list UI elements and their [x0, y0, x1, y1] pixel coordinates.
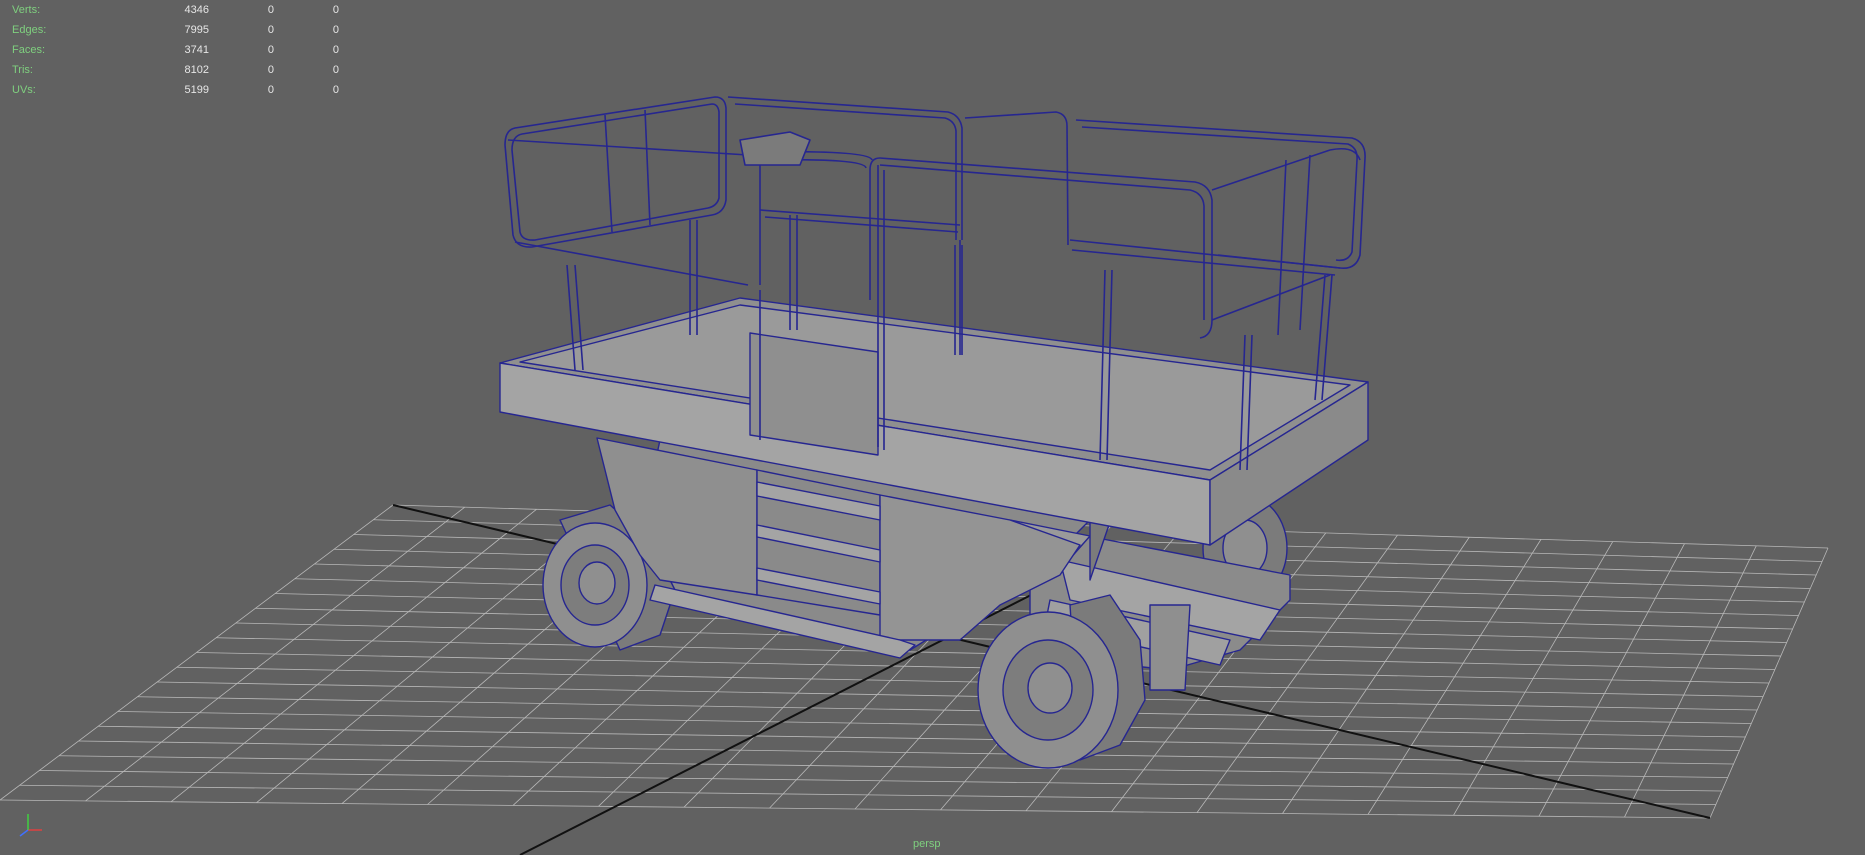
hud-row: Tris: 8102 0 0: [12, 60, 339, 80]
hud-value: 0: [267, 44, 274, 56]
hud-row: UVs: 5199 0 0: [12, 80, 339, 100]
axis-gizmo: [19, 814, 42, 837]
hud-label: Faces:: [12, 44, 46, 56]
3d-viewport[interactable]: [0, 0, 1865, 855]
hud-label: Tris:: [12, 64, 33, 76]
hud-value: 3741: [184, 44, 209, 56]
hud-label: Edges:: [12, 24, 47, 36]
scissor-lift-model[interactable]: [499, 96, 1369, 769]
hud-value: 0: [332, 4, 339, 16]
hud-value: 0: [332, 44, 339, 56]
hud-value: 0: [332, 24, 339, 36]
hud-row: Verts: 4346 0 0: [12, 0, 339, 20]
hud-value: 0: [267, 84, 274, 96]
hud-value: 8102: [184, 64, 209, 76]
hud-value: 0: [267, 24, 274, 36]
hud-value: 0: [267, 4, 274, 16]
hud-value: 0: [267, 64, 274, 76]
front-right-wheel: [977, 594, 1146, 769]
poly-count-hud: Verts: 4346 0 0 Edges: 7995 0 0 Faces: 3741 0 0 Tris…: [12, 0, 339, 100]
grid-line: [0, 799, 1711, 819]
hud-value: 5199: [184, 84, 209, 96]
grid-line: [1709, 547, 1829, 819]
hud-row: Faces: 3741 0 0: [12, 40, 339, 60]
grid-line: [58, 755, 1728, 778]
hud-value: 7995: [184, 24, 209, 36]
hud-label: UVs:: [12, 84, 36, 96]
hud-label: Verts:: [12, 4, 41, 16]
grid-line: [39, 770, 1722, 792]
camera-name-label: persp: [913, 838, 941, 850]
hud-value: 0: [332, 64, 339, 76]
z-axis-line: [19, 829, 29, 837]
grid-line: [1624, 545, 1757, 818]
hud-row: Edges: 7995 0 0: [12, 20, 339, 40]
hud-value: 0: [332, 84, 339, 96]
grid-line: [1538, 543, 1685, 817]
hud-value: 4346: [184, 4, 209, 16]
